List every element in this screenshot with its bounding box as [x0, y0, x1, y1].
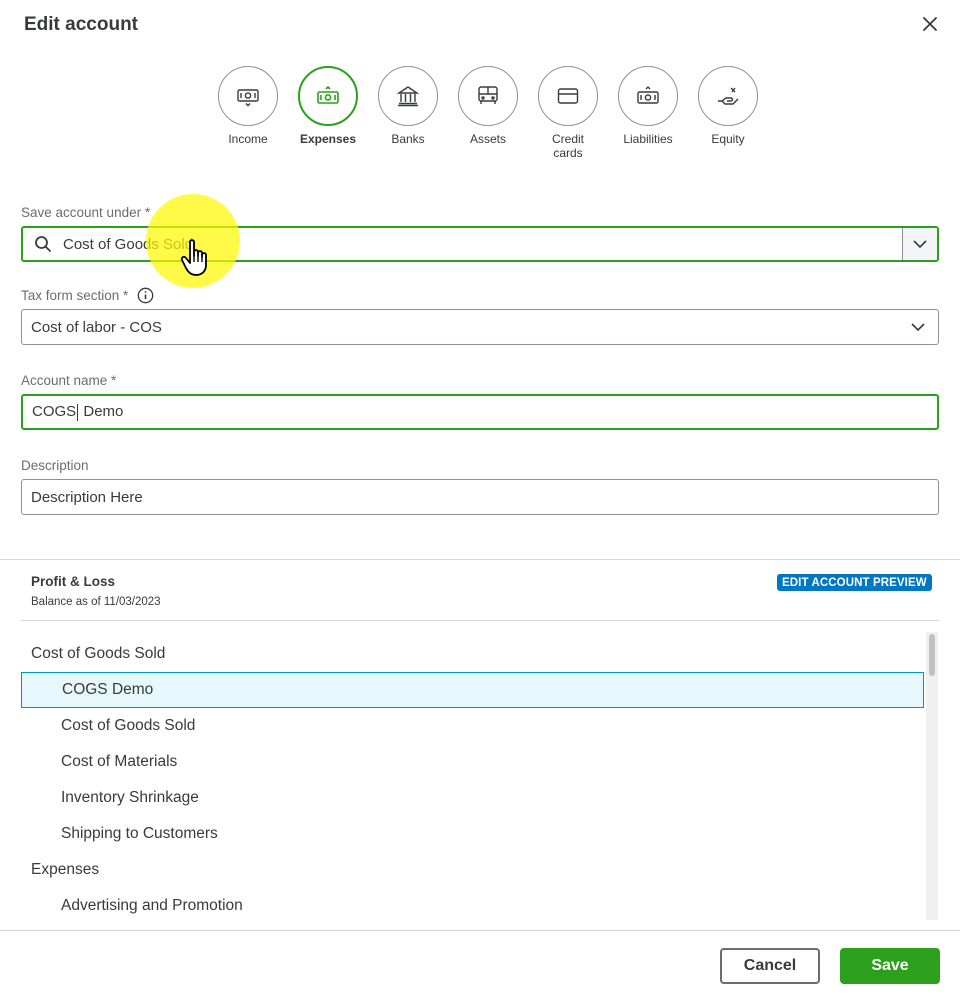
- hand-money-icon: [718, 87, 739, 105]
- account-type-label: Assets: [469, 132, 506, 146]
- tree-row[interactable]: Inventory Shrinkage: [21, 780, 924, 816]
- account-type-label: Income: [228, 132, 268, 146]
- account-type-equity[interactable]: Equity: [688, 66, 768, 160]
- account-type-label: Equity: [711, 132, 745, 146]
- tree-row-label: Expenses: [31, 861, 100, 878]
- search-icon-wrap: [23, 235, 63, 253]
- chevron-down-icon: [913, 239, 927, 248]
- tree-row[interactable]: Cost of Goods Sold: [21, 636, 924, 672]
- close-icon: [923, 17, 937, 31]
- search-icon: [35, 236, 51, 252]
- info-icon[interactable]: [137, 287, 154, 304]
- description-label: Description: [21, 458, 89, 473]
- tree-row[interactable]: Expenses: [21, 852, 924, 888]
- tree-row-selected[interactable]: COGS Demo: [21, 672, 924, 708]
- account-type-label: Credit cards: [551, 132, 584, 160]
- account-type-icon-wrap: [618, 66, 678, 126]
- account-name-value[interactable]: COGS Demo: [23, 403, 937, 421]
- account-tree: Cost of Goods Sold COGS Demo Cost of Goo…: [21, 636, 924, 924]
- tree-row[interactable]: Cost of Goods Sold: [21, 708, 924, 744]
- account-type-assets[interactable]: Assets: [448, 66, 528, 160]
- tree-row-label: COGS Demo: [62, 681, 154, 698]
- preview-divider: [21, 620, 939, 621]
- tree-row-label: Inventory Shrinkage: [61, 789, 199, 806]
- tree-row[interactable]: Advertising and Promotion: [21, 888, 924, 924]
- tax-form-chevron[interactable]: [898, 322, 938, 332]
- preview-title: Profit & Loss: [31, 574, 116, 589]
- money-icon: [637, 86, 659, 104]
- section-divider: [0, 559, 960, 560]
- account-name-label: Account name *: [21, 373, 117, 388]
- cancel-button[interactable]: Cancel: [720, 948, 820, 984]
- save-under-dropdown-button[interactable]: [902, 228, 937, 260]
- chevron-down-icon: [911, 322, 925, 331]
- footer-divider: [0, 930, 960, 931]
- account-type-income[interactable]: Income: [208, 66, 288, 160]
- money-out-icon: [317, 85, 339, 104]
- account-type-icon-wrap: [298, 66, 358, 126]
- bank-icon: [396, 86, 420, 107]
- tree-row[interactable]: Shipping to Customers: [21, 816, 924, 852]
- account-name-input[interactable]: COGS Demo: [21, 394, 939, 430]
- account-type-label: Liabilities: [623, 132, 673, 146]
- account-type-icon-wrap: [378, 66, 438, 126]
- account-type-banks[interactable]: Banks: [368, 66, 448, 160]
- tree-row-label: Advertising and Promotion: [61, 897, 243, 914]
- description-input[interactable]: Description Here: [21, 479, 939, 515]
- tax-form-label-row: Tax form section *: [21, 287, 154, 304]
- tax-form-label: Tax form section *: [21, 288, 129, 303]
- description-value[interactable]: Description Here: [22, 489, 938, 506]
- preview-subtitle: Balance as of 11/03/2023: [31, 596, 161, 608]
- tree-row-label: Shipping to Customers: [61, 825, 218, 842]
- account-type-expenses[interactable]: Expenses: [288, 66, 368, 160]
- account-type-liabilities[interactable]: Liabilities: [608, 66, 688, 160]
- save-under-combobox[interactable]: Cost of Goods Sold: [21, 226, 939, 262]
- account-type-selector: Income Expenses Banks Assets Credit card…: [208, 66, 768, 160]
- tax-form-value: Cost of labor - COS: [31, 318, 162, 336]
- dialog-title: Edit account: [24, 14, 139, 35]
- tree-row[interactable]: Cost of Materials: [21, 744, 924, 780]
- save-under-value[interactable]: Cost of Goods Sold: [63, 236, 902, 253]
- save-under-label: Save account under *: [21, 205, 151, 220]
- money-icon: [237, 89, 259, 107]
- account-type-icon-wrap: [538, 66, 598, 126]
- account-type-label: Banks: [391, 132, 425, 146]
- account-type-icon-wrap: [458, 66, 518, 126]
- close-button[interactable]: [918, 12, 942, 36]
- account-type-icon-wrap: [218, 66, 278, 126]
- account-name-text-before-caret: COGS: [32, 403, 77, 421]
- save-button[interactable]: Save: [840, 948, 940, 984]
- account-type-icon-wrap: [698, 66, 758, 126]
- truck-icon: [478, 86, 498, 104]
- tree-row-label: Cost of Materials: [61, 753, 178, 770]
- tree-row-label: Cost of Goods Sold: [31, 645, 166, 662]
- account-type-credit-cards[interactable]: Credit cards: [528, 66, 608, 160]
- tree-row-label: Cost of Goods Sold: [61, 717, 196, 734]
- account-type-label: Expenses: [299, 132, 357, 146]
- credit-card-icon: [557, 88, 579, 104]
- edit-account-preview-badge: EDIT ACCOUNT PREVIEW: [777, 574, 932, 591]
- tree-scroll-thumb[interactable]: [929, 634, 935, 676]
- tax-form-select[interactable]: Cost of labor - COS: [21, 309, 939, 345]
- account-name-text-after-caret: Demo: [79, 403, 124, 421]
